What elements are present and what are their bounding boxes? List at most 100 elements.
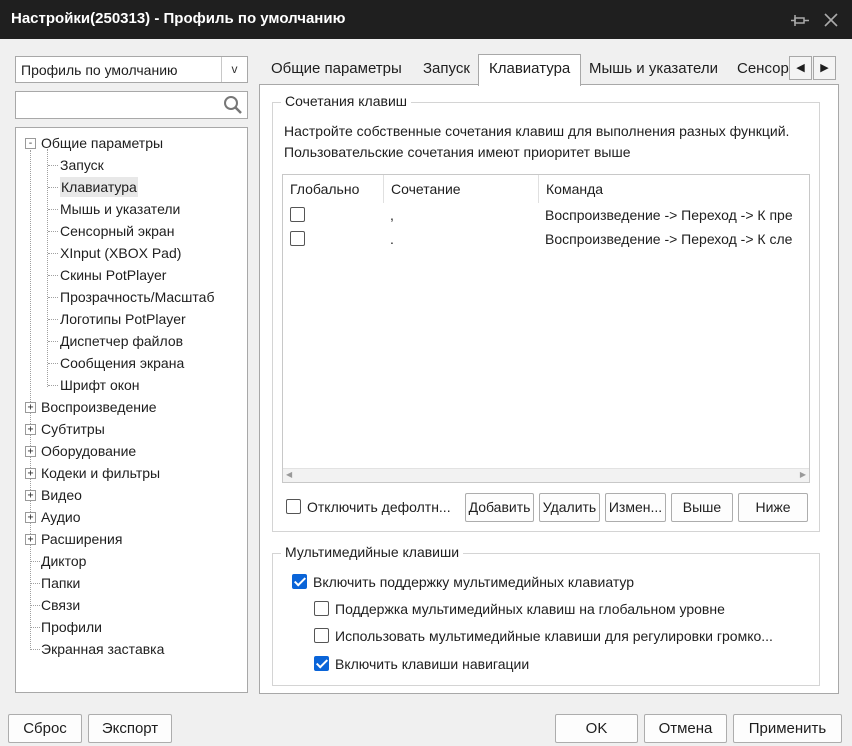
edit-button[interactable]: Измен... xyxy=(605,493,666,522)
checkbox-checked[interactable] xyxy=(314,656,329,671)
tab-keyboard[interactable]: Клавиатура xyxy=(478,54,582,86)
tree-node-child[interactable]: Сообщения экрана xyxy=(60,353,184,373)
title-bar: Настройки(250313) - Профиль по умолчанию xyxy=(0,0,852,39)
tree-node-collapsed[interactable]: Видео xyxy=(41,485,82,505)
pin-icon[interactable] xyxy=(790,9,812,31)
hotkeys-table[interactable]: Глобально Сочетание Команда , Воспроизве… xyxy=(282,174,810,483)
tab-scroll-buttons: ◀ ▶ xyxy=(789,56,837,80)
command-cell: Воспроизведение -> Переход -> К сле xyxy=(545,231,793,247)
tree-connector xyxy=(48,363,58,364)
tree-node-collapsed[interactable]: Расширения xyxy=(41,529,122,549)
move-up-button[interactable]: Выше xyxy=(671,493,733,522)
cancel-button[interactable]: Отмена xyxy=(644,714,727,743)
global-checkbox[interactable] xyxy=(290,231,305,246)
tree-node-child-selected[interactable]: Клавиатура xyxy=(60,177,138,197)
tab-strip: Общие параметры Запуск Клавиатура Мышь и… xyxy=(259,54,838,86)
tree-connector xyxy=(47,149,48,387)
option-label: Включить поддержку мультимедийных клавиа… xyxy=(313,574,635,590)
tree-node-child[interactable]: Шрифт окон xyxy=(60,375,140,395)
tree-node-child[interactable]: Мышь и указатели xyxy=(60,199,180,219)
checkbox[interactable] xyxy=(314,628,329,643)
apply-button[interactable]: Применить xyxy=(733,714,842,743)
expand-icon[interactable]: + xyxy=(25,468,36,479)
tab-mouse[interactable]: Мышь и указатели xyxy=(579,55,728,85)
tree-node-child[interactable]: Скины PotPlayer xyxy=(60,265,166,285)
chevron-right-icon[interactable]: ▶ xyxy=(813,56,836,80)
chevron-down-icon[interactable]: v xyxy=(221,57,247,82)
ok-button[interactable]: OK xyxy=(555,714,638,743)
expand-icon[interactable]: + xyxy=(25,490,36,501)
collapse-icon[interactable]: - xyxy=(25,138,36,149)
tree-connector xyxy=(31,583,40,584)
command-cell: Воспроизведение -> Переход -> К пре xyxy=(545,207,793,223)
tree-connector xyxy=(48,187,58,188)
checkbox-checked[interactable] xyxy=(292,574,307,589)
tree-connector xyxy=(48,165,58,166)
scroll-left-icon[interactable]: ◀ xyxy=(286,470,292,479)
tree-connector xyxy=(31,627,40,628)
tree-node-child[interactable]: Прозрачность/Масштаб xyxy=(60,287,214,307)
tree-node-collapsed[interactable]: Аудио xyxy=(41,507,81,527)
chevron-left-icon[interactable]: ◀ xyxy=(789,56,812,80)
global-checkbox[interactable] xyxy=(290,207,305,222)
tab-startup[interactable]: Запуск xyxy=(413,55,480,85)
reset-button[interactable]: Сброс xyxy=(8,714,82,743)
expand-icon[interactable]: + xyxy=(25,424,36,435)
tree-connector xyxy=(48,319,58,320)
tree-node-collapsed[interactable]: Субтитры xyxy=(41,419,105,439)
move-down-button[interactable]: Ниже xyxy=(738,493,808,522)
hotkeys-group-title: Сочетания клавиш xyxy=(281,93,411,109)
tree-node-leaf[interactable]: Профили xyxy=(41,617,102,637)
tree-connector xyxy=(48,231,58,232)
tree-node-collapsed[interactable]: Кодеки и фильтры xyxy=(41,463,160,483)
search-input[interactable] xyxy=(15,91,248,119)
settings-tree[interactable]: - Общие параметры Запуск Клавиатура Мышь… xyxy=(15,127,248,693)
tree-connector xyxy=(31,561,40,562)
tab-general[interactable]: Общие параметры xyxy=(261,55,412,85)
tree-node-leaf[interactable]: Диктор xyxy=(41,551,86,571)
scroll-right-icon[interactable]: ▶ xyxy=(800,470,806,479)
tree-node-leaf[interactable]: Папки xyxy=(41,573,80,593)
add-button[interactable]: Добавить xyxy=(465,493,534,522)
export-button[interactable]: Экспорт xyxy=(88,714,172,743)
tree-connector xyxy=(30,150,31,650)
expand-icon[interactable]: + xyxy=(25,534,36,545)
tree-connector xyxy=(31,649,40,650)
expand-icon[interactable]: + xyxy=(25,446,36,457)
tree-node-child[interactable]: Запуск xyxy=(60,155,104,175)
tree-connector xyxy=(48,341,58,342)
option-label: Использовать мультимедийные клавиши для … xyxy=(335,628,773,644)
profile-select[interactable]: Профиль по умолчанию v xyxy=(15,56,248,83)
tree-node-general[interactable]: Общие параметры xyxy=(41,133,163,153)
tree-node-collapsed[interactable]: Воспроизведение xyxy=(41,397,157,417)
tree-node-leaf[interactable]: Экранная заставка xyxy=(41,639,164,659)
checkbox[interactable] xyxy=(286,499,301,514)
tree-connector xyxy=(48,297,58,298)
option-label: Включить клавиши навигации xyxy=(335,656,530,672)
tree-connector xyxy=(48,385,58,386)
table-row[interactable]: . Воспроизведение -> Переход -> К сле xyxy=(283,227,809,251)
horizontal-scrollbar[interactable]: ◀ ▶ xyxy=(283,468,809,482)
column-header-combo[interactable]: Сочетание xyxy=(383,175,538,203)
tree-node-child[interactable]: Логотипы PotPlayer xyxy=(60,309,186,329)
tree-node-collapsed[interactable]: Оборудование xyxy=(41,441,136,461)
window-title: Настройки(250313) - Профиль по умолчанию xyxy=(11,10,346,27)
column-header-global[interactable]: Глобально xyxy=(283,175,383,203)
expand-icon[interactable]: + xyxy=(25,512,36,523)
tree-connector xyxy=(48,275,58,276)
checkbox[interactable] xyxy=(314,601,329,616)
tree-connector xyxy=(48,209,58,210)
table-row[interactable]: , Воспроизведение -> Переход -> К пре xyxy=(283,203,809,227)
tree-connector xyxy=(31,605,40,606)
search-icon[interactable] xyxy=(223,95,243,115)
tree-node-child[interactable]: XInput (XBOX Pad) xyxy=(60,243,181,263)
tab-panel: Сочетания клавиш Настройте собственные с… xyxy=(259,84,839,694)
remove-button[interactable]: Удалить xyxy=(539,493,600,522)
expand-icon[interactable]: + xyxy=(25,402,36,413)
close-icon[interactable] xyxy=(820,9,842,31)
tree-node-child[interactable]: Диспетчер файлов xyxy=(60,331,183,351)
tree-node-leaf[interactable]: Связи xyxy=(41,595,80,615)
combo-cell: , xyxy=(390,207,394,223)
column-header-command[interactable]: Команда xyxy=(538,175,809,203)
tree-node-child[interactable]: Сенсорный экран xyxy=(60,221,174,241)
